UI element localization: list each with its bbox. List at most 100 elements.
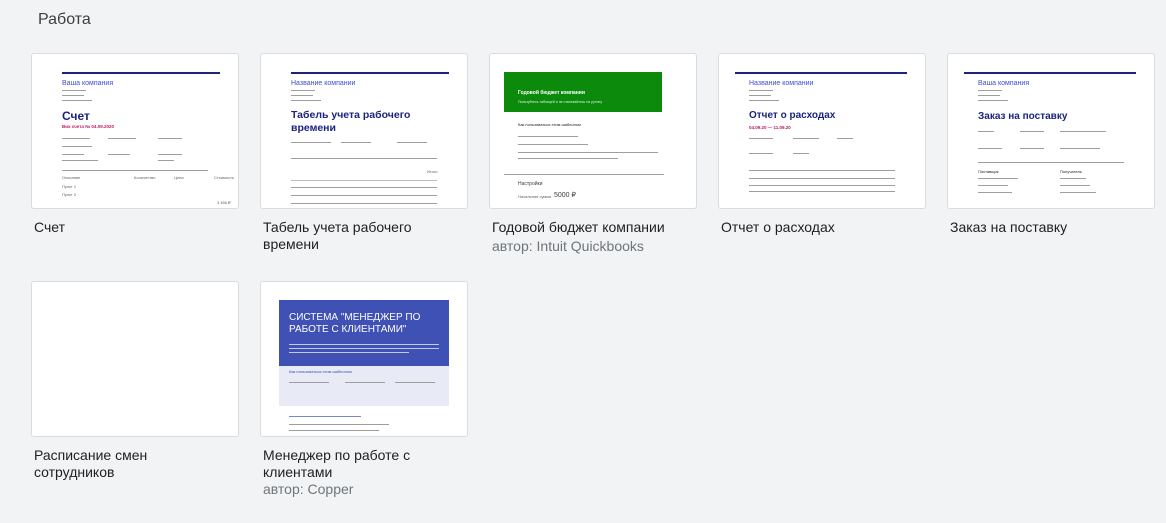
thumb-col-desc: Описание — [62, 175, 81, 180]
thumb-company: Название компании — [749, 80, 814, 87]
thumb-line — [62, 146, 92, 147]
thumb-line — [978, 131, 994, 132]
thumb-line — [289, 344, 439, 345]
thumb-dates: 04.09.20 — 11.09.20 — [749, 125, 791, 130]
template-card-shift-schedule[interactable] — [31, 281, 239, 437]
thumb-line — [837, 138, 853, 139]
thumb-line — [397, 142, 427, 143]
template-card-timesheet[interactable]: Название компании Табель учета рабочего … — [260, 53, 468, 209]
thumb-line — [62, 100, 92, 101]
thumb-line — [978, 192, 1012, 193]
template-card-order[interactable]: Ваша компания Заказ на поставку Поставщи… — [947, 53, 1155, 209]
thumb-line — [291, 95, 313, 96]
thumb-line — [518, 158, 618, 159]
template-name[interactable]: Расписание смен сотрудников — [34, 447, 184, 481]
thumb-line — [289, 348, 439, 349]
thumb-title: Табель учета рабочего времени — [291, 109, 411, 134]
thumb-line — [395, 382, 435, 383]
thumb-line — [978, 100, 1008, 101]
thumb-line — [341, 142, 371, 143]
thumb-item: Пункт 1 — [62, 184, 77, 189]
thumb-divider — [749, 170, 895, 171]
thumb-settings: Настройки — [518, 181, 543, 187]
thumb-company: Название компании — [291, 80, 356, 87]
template-name[interactable]: Табель учета рабочего времени — [263, 219, 433, 253]
template-card-expenses[interactable]: Название компании Отчет о расходах 04.09… — [718, 53, 926, 209]
thumb-divider — [291, 158, 437, 159]
template-name[interactable]: Отчет о расходах — [721, 219, 921, 236]
thumb-line — [978, 178, 1018, 179]
thumb-line — [1060, 131, 1106, 132]
thumb-col-cost: Стоимость — [214, 175, 235, 180]
thumb-recipient: Получатель — [1060, 169, 1082, 174]
thumb-divider — [978, 162, 1124, 163]
thumb-line — [749, 138, 773, 139]
thumb-line — [289, 416, 361, 417]
thumb-line — [978, 148, 1002, 149]
thumb-line — [978, 95, 1000, 96]
thumb-line — [158, 138, 182, 139]
thumb-line — [108, 138, 136, 139]
thumb-line — [1060, 185, 1090, 186]
thumb-line — [518, 152, 658, 153]
thumb-line — [62, 160, 98, 161]
thumb-line — [793, 153, 809, 154]
thumb-line — [289, 352, 409, 353]
thumb-divider — [62, 170, 208, 171]
thumb-company: Ваша компания — [62, 80, 114, 87]
thumb-line — [749, 95, 771, 96]
thumb-line — [1020, 131, 1044, 132]
thumb-row — [291, 203, 437, 204]
thumb-line — [793, 138, 819, 139]
thumb-line — [518, 144, 588, 145]
thumb-line — [158, 154, 182, 155]
thumb-line — [289, 424, 389, 425]
thumb-line — [62, 138, 90, 139]
header-rule — [735, 72, 907, 74]
thumb-banner-title: СИСТЕМА "МЕНЕДЖЕР ПО РАБОТЕ С КЛИЕНТАМИ" — [289, 312, 421, 335]
thumb-total-value: 5000 ₽ — [554, 192, 576, 199]
thumb-banner-title: Годовой бюджет компании — [518, 90, 585, 96]
thumb-col-price: Цена — [174, 175, 184, 180]
thumb-row — [291, 195, 437, 196]
thumb-line — [289, 430, 379, 431]
thumb-row — [749, 178, 895, 179]
template-author: автор: Copper — [263, 481, 354, 497]
thumb-row — [749, 191, 895, 192]
thumb-line — [1060, 148, 1100, 149]
header-rule — [291, 72, 449, 74]
thumb-line — [62, 95, 84, 96]
thumb-line — [978, 90, 1002, 91]
thumb-line — [62, 90, 86, 91]
thumb-line — [108, 154, 130, 155]
template-card-invoice[interactable]: Ваша компания Счет Вих счета № 04.09.202… — [31, 53, 239, 209]
template-name[interactable]: Менеджер по работе с клиентами — [263, 447, 433, 481]
template-name[interactable]: Заказ на поставку — [950, 219, 1150, 236]
thumb-line — [1060, 178, 1086, 179]
thumb-line — [518, 136, 578, 137]
thumb-line — [749, 100, 779, 101]
thumb-row — [291, 180, 437, 181]
thumb-line — [749, 90, 773, 91]
thumb-title: Заказ на поставку — [978, 111, 1068, 122]
header-rule — [62, 72, 220, 74]
thumb-banner-sub: Пользуйтесь таблицей и не отвлекайтесь н… — [518, 100, 603, 104]
thumb-total: 3 456 ₽ — [217, 200, 231, 205]
thumb-subtitle: Вих счета № 04.09.2020 — [62, 124, 114, 129]
thumb-company: Ваша компания — [978, 80, 1030, 87]
thumb-item: Пункт 2 — [62, 192, 77, 197]
thumb-title: Счет — [62, 109, 90, 123]
template-name[interactable]: Годовой бюджет компании — [492, 219, 692, 236]
thumb-line — [1020, 148, 1044, 149]
thumb-howto: Как пользоваться этим шаблоном — [518, 122, 581, 127]
thumb-divider — [504, 174, 664, 175]
thumb-line — [291, 90, 315, 91]
thumb-line — [291, 100, 321, 101]
thumb-col-total: Итого — [427, 169, 438, 174]
template-name[interactable]: Счет — [34, 219, 234, 236]
thumb-line — [345, 382, 385, 383]
thumb-title: Отчет о расходах — [749, 110, 836, 121]
template-card-budget[interactable]: Годовой бюджет компании Пользуйтесь табл… — [489, 53, 697, 209]
thumb-row — [291, 187, 437, 188]
template-card-crm[interactable]: СИСТЕМА "МЕНЕДЖЕР ПО РАБОТЕ С КЛИЕНТАМИ"… — [260, 281, 468, 437]
